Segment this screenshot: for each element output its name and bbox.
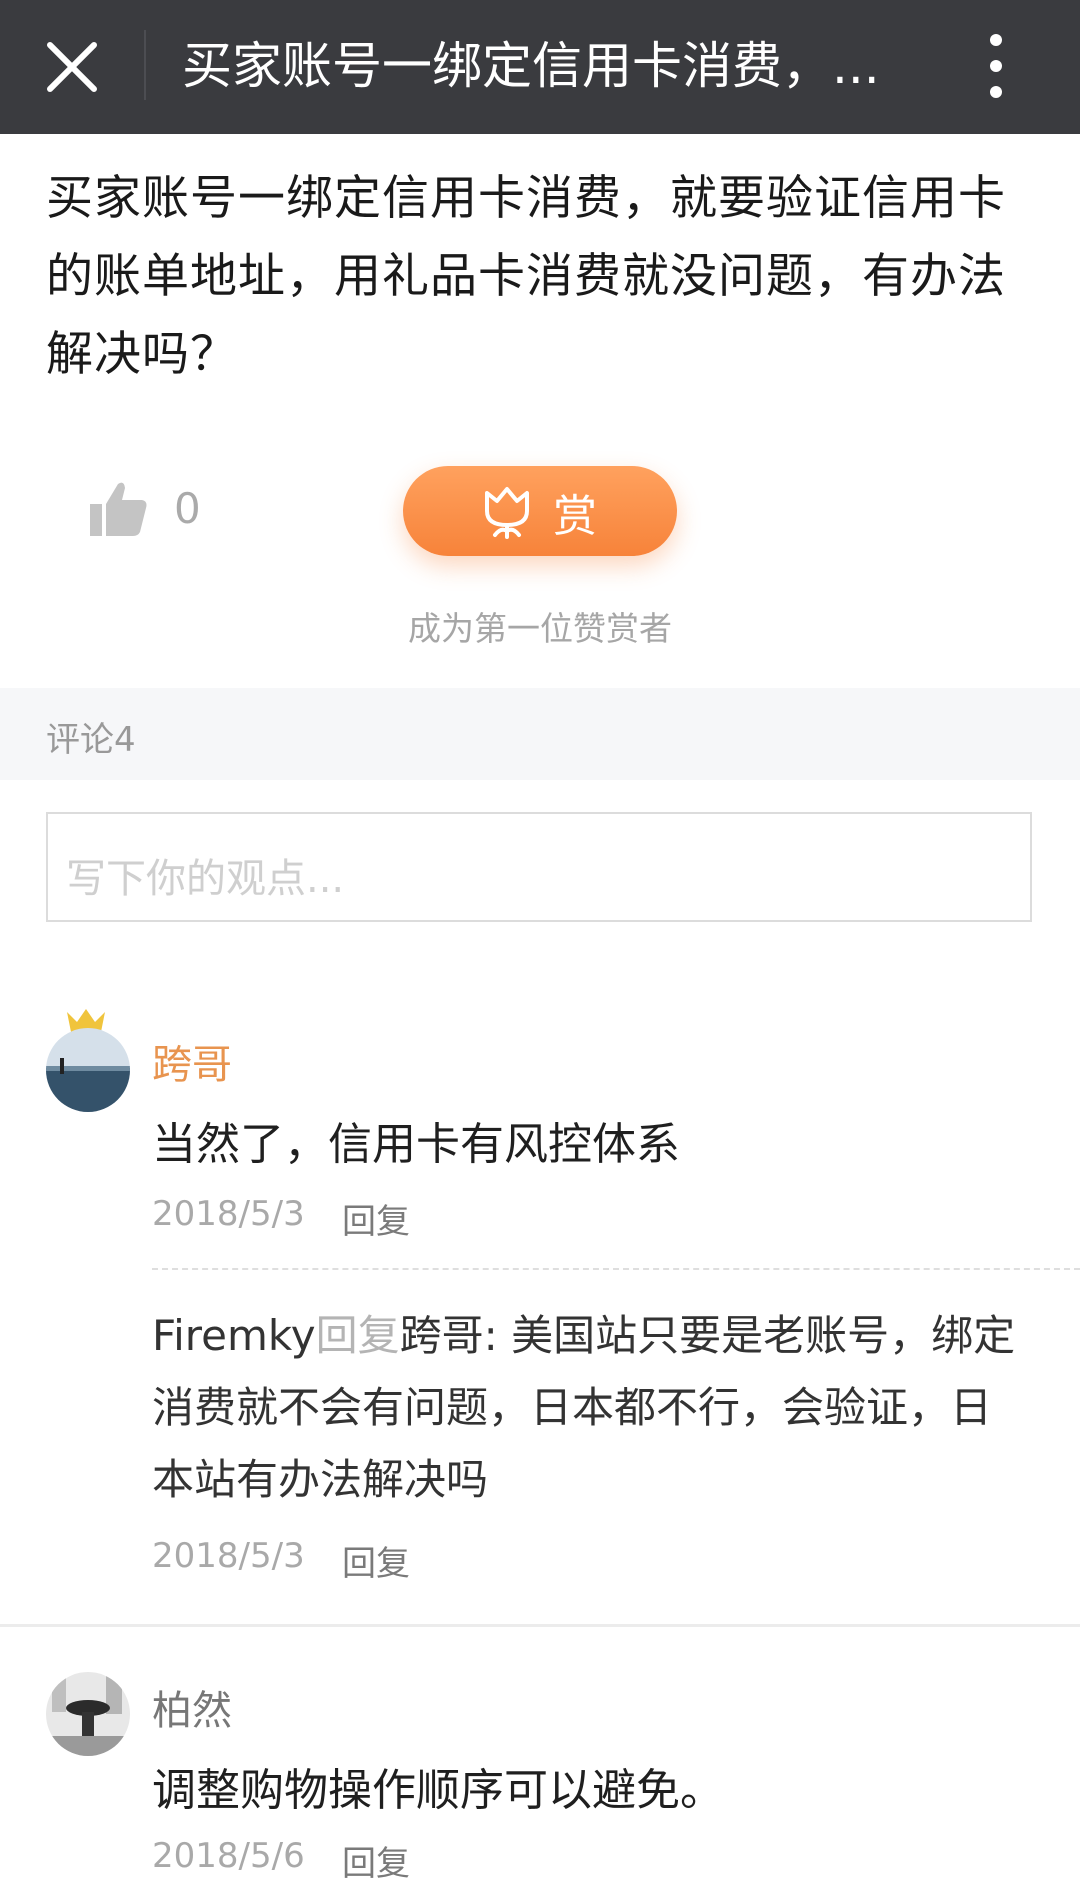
reward-label: 赏 bbox=[553, 491, 597, 542]
comment-text: 当然了，信用卡有风控体系 bbox=[152, 1119, 680, 1170]
topbar-divider bbox=[144, 30, 146, 100]
avatar[interactable] bbox=[46, 1672, 130, 1756]
like-count: 0 bbox=[174, 484, 201, 533]
reward-hint: 成为第一位赞赏者 bbox=[408, 609, 672, 648]
close-button[interactable] bbox=[40, 35, 104, 99]
comment-author[interactable]: 柏然 bbox=[152, 1678, 232, 1736]
reply-from[interactable]: Firemky bbox=[152, 1311, 316, 1360]
tulip-icon bbox=[485, 487, 529, 539]
comment-count: 评论4 bbox=[46, 720, 136, 760]
like-button[interactable]: 0 bbox=[88, 470, 228, 550]
comment-date: 2018/5/6 bbox=[152, 1836, 305, 1876]
question-text: 买家账号一绑定信用卡消费，就要验证信用卡的账单地址，用礼品卡消费就没问题，有办法… bbox=[46, 171, 1006, 382]
comment-author[interactable]: 跨哥 bbox=[152, 1032, 232, 1090]
top-bar: 买家账号一绑定信用卡消费，... bbox=[0, 0, 1080, 134]
thumbs-up-icon bbox=[90, 482, 147, 536]
reply-date: 2018/5/3 bbox=[152, 1536, 305, 1576]
comment-separator bbox=[0, 1624, 1080, 1627]
page-title: 买家账号一绑定信用卡消费，... bbox=[182, 37, 880, 95]
sub-reply: Firemky回复跨哥: 美国站只要是老账号，绑定消费就不会有问题，日本都不行，… bbox=[152, 1300, 1032, 1516]
reply-to[interactable]: 跨哥: bbox=[400, 1311, 498, 1360]
comment-input[interactable]: 写下你的观点... bbox=[46, 812, 1032, 922]
more-options-button[interactable] bbox=[966, 28, 1026, 104]
reply-button[interactable]: 回复 bbox=[342, 1836, 410, 1885]
reply-verb: 回复 bbox=[315, 1311, 400, 1360]
avatar[interactable] bbox=[46, 1028, 130, 1112]
comment-input-placeholder: 写下你的观点... bbox=[66, 856, 345, 902]
comment-date: 2018/5/3 bbox=[152, 1194, 305, 1234]
reply-button[interactable]: 回复 bbox=[342, 1536, 410, 1585]
reply-divider bbox=[152, 1268, 1080, 1270]
reply-button[interactable]: 回复 bbox=[342, 1194, 410, 1243]
reward-button[interactable]: 赏 bbox=[403, 466, 677, 556]
close-icon bbox=[47, 42, 97, 92]
comments-header: 评论4 bbox=[0, 688, 1080, 780]
comment-text: 调整购物操作顺序可以避免。 bbox=[152, 1765, 724, 1816]
